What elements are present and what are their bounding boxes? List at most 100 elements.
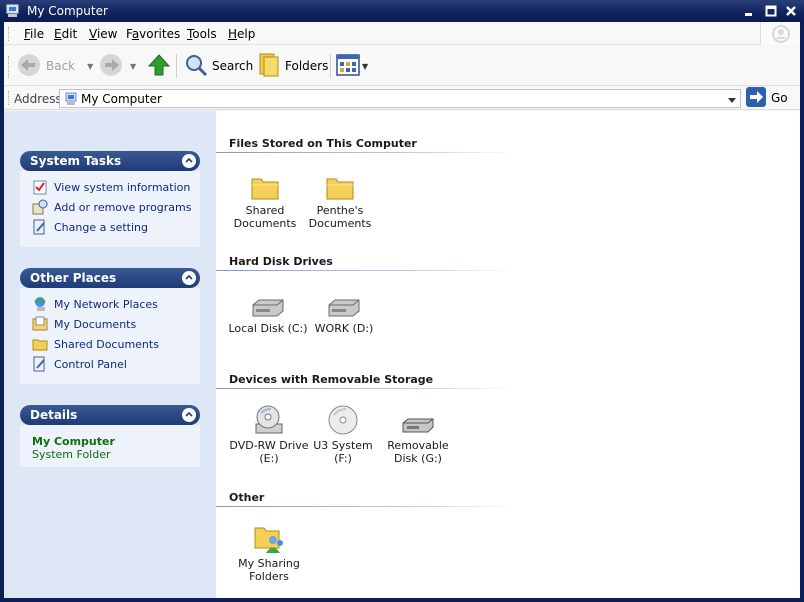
file-view: Files Stored on This Computer Shared Docu… <box>216 111 800 598</box>
item-label: Shared <box>245 204 285 217</box>
forward-button[interactable]: ▼ <box>98 52 136 80</box>
details-header[interactable]: Details <box>20 405 200 425</box>
task-view-system-information[interactable]: View system information <box>32 178 190 196</box>
item-local-disk-c[interactable]: Local Disk (C:) <box>228 285 308 335</box>
place-label: Control Panel <box>54 357 127 371</box>
item-dvd-rw-drive-e[interactable]: DVD-RW Drive (E:) <box>229 402 309 465</box>
control-panel-icon <box>32 356 48 372</box>
menu-edit[interactable]: Edit <box>54 27 77 41</box>
place-my-network-places[interactable]: My Network Places <box>32 295 158 313</box>
close-button[interactable] <box>784 4 798 18</box>
toolbar-separator <box>176 54 177 78</box>
address-input[interactable]: My Computer <box>59 89 741 108</box>
search-icon <box>184 53 208 80</box>
standard-toolbar: Back ▼ ▼ Search Folders ▼ <box>4 46 800 86</box>
menu-file[interactable]: File <box>24 27 44 41</box>
details-type: System Folder <box>32 448 111 461</box>
menu-bar-grip[interactable] <box>8 27 11 41</box>
window-title: My Computer <box>27 4 108 18</box>
task-change-a-setting[interactable]: Change a setting <box>32 218 148 236</box>
maximize-button[interactable] <box>764 4 778 18</box>
group-divider <box>216 152 512 153</box>
menu-bar: File Edit View Favorites Tools Help <box>4 22 800 45</box>
search-label: Search <box>212 59 254 73</box>
views-icon <box>336 53 360 80</box>
back-arrow-icon <box>16 52 42 81</box>
menu-tools[interactable]: Tools <box>187 27 217 41</box>
windows-logo-icon <box>760 22 800 45</box>
details-panel: My Computer System Folder <box>20 425 200 467</box>
title-bar[interactable]: My Computer <box>0 0 804 22</box>
toolbar-grip[interactable] <box>8 56 11 78</box>
item-u3-system-f[interactable]: U3 System (F:) <box>303 402 383 465</box>
place-control-panel[interactable]: Control Panel <box>32 355 127 373</box>
group-divider <box>216 506 512 507</box>
search-button[interactable]: Search <box>184 52 253 80</box>
item-my-sharing-folders[interactable]: My Sharing Folders <box>229 520 309 583</box>
menu-view[interactable]: View <box>89 27 117 41</box>
menu-favorites[interactable]: Favorites <box>126 27 180 41</box>
views-button[interactable]: ▼ <box>336 52 368 80</box>
group-divider <box>216 270 512 271</box>
views-dropdown-icon[interactable]: ▼ <box>362 62 368 71</box>
system-tasks-header[interactable]: System Tasks <box>20 151 200 171</box>
forward-dropdown-icon[interactable]: ▼ <box>130 62 136 71</box>
group-header-other: Other <box>229 491 265 504</box>
group-divider <box>216 388 512 389</box>
item-label: Local Disk (C:) <box>228 322 308 335</box>
task-add-remove-programs[interactable]: Add or remove programs <box>32 198 192 216</box>
item-label: Removable <box>387 439 449 452</box>
other-places-header[interactable]: Other Places <box>20 268 200 288</box>
item-label: U3 System <box>313 439 373 452</box>
control-panel-icon <box>32 219 48 235</box>
menu-help[interactable]: Help <box>228 27 255 41</box>
address-bar: Address My Computer Go <box>4 86 800 110</box>
forward-arrow-icon <box>98 52 124 81</box>
dvd-drive-icon <box>229 402 309 436</box>
up-button[interactable] <box>146 52 172 80</box>
other-places-panel: My Network Places My Documents Shared Do… <box>20 288 200 384</box>
place-my-documents[interactable]: My Documents <box>32 315 136 333</box>
item-work-d[interactable]: WORK (D:) <box>304 285 384 335</box>
network-places-icon <box>32 296 48 312</box>
address-dropdown-icon[interactable] <box>727 95 737 108</box>
item-removable-disk-g[interactable]: Removable Disk (G:) <box>378 402 458 465</box>
item-label: DVD-RW Drive <box>229 439 309 452</box>
go-button[interactable]: Go <box>746 86 788 108</box>
task-pane: System Tasks View system information Add… <box>4 111 216 598</box>
go-label: Go <box>771 91 788 105</box>
address-label: Address <box>14 92 62 106</box>
collapse-chevron-icon[interactable] <box>182 408 196 422</box>
system-tasks-panel: View system information Add or remove pr… <box>20 171 200 247</box>
item-label: Penthe's <box>316 204 364 217</box>
back-dropdown-icon[interactable]: ▼ <box>87 62 93 71</box>
removable-disk-icon <box>378 402 458 436</box>
my-computer-icon <box>6 4 19 18</box>
hard-disk-icon <box>228 285 308 319</box>
toolbar-separator <box>330 54 331 78</box>
back-button[interactable]: Back ▼ <box>16 52 93 80</box>
details-name: My Computer <box>32 435 115 448</box>
window-client-area: File Edit View Favorites Tools Help Back… <box>4 22 800 598</box>
details-title: Details <box>30 408 78 422</box>
back-label: Back <box>46 59 76 73</box>
folders-button[interactable]: Folders <box>257 52 328 80</box>
item-shared-documents[interactable]: Shared Documents <box>225 167 305 230</box>
place-shared-documents[interactable]: Shared Documents <box>32 335 159 353</box>
my-computer-icon <box>64 92 78 109</box>
item-penthes-documents[interactable]: Penthe's Documents <box>300 167 380 230</box>
minimize-button[interactable] <box>742 4 756 18</box>
collapse-chevron-icon[interactable] <box>182 271 196 285</box>
address-bar-grip[interactable] <box>8 91 11 105</box>
other-places-title: Other Places <box>30 271 117 285</box>
up-arrow-icon <box>146 52 172 81</box>
group-header-hard-disks: Hard Disk Drives <box>229 255 333 268</box>
item-label: Documents <box>308 217 372 230</box>
system-info-icon <box>32 179 48 195</box>
task-label: Change a setting <box>54 220 148 234</box>
collapse-chevron-icon[interactable] <box>182 154 196 168</box>
item-label: Folders <box>249 570 289 583</box>
group-header-removable: Devices with Removable Storage <box>229 373 434 386</box>
folders-icon <box>257 52 281 81</box>
cd-icon <box>303 402 383 436</box>
